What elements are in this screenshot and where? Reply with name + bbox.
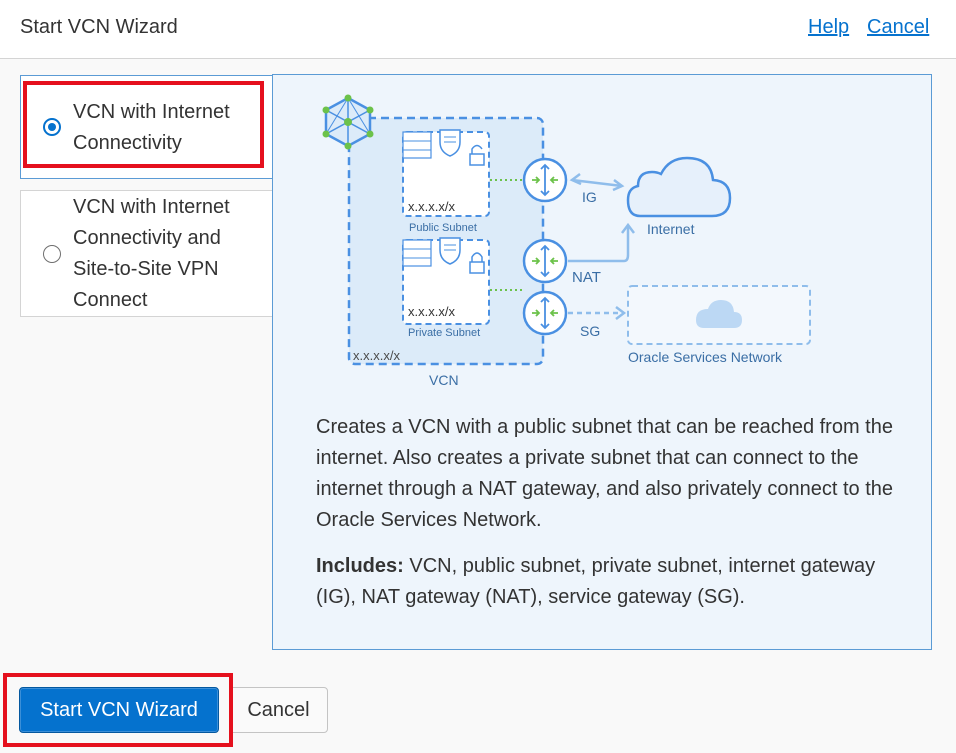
public-subnet-label: Public Subnet bbox=[409, 222, 477, 234]
radio-unselected[interactable] bbox=[43, 245, 61, 263]
vcn-label: VCN bbox=[429, 372, 459, 388]
private-subnet-label: Private Subnet bbox=[408, 327, 480, 339]
dialog-header: Start VCN Wizard Help Cancel bbox=[0, 0, 956, 59]
header-cancel-link[interactable]: Cancel bbox=[867, 16, 929, 39]
private-subnet-cidr: x.x.x.x/x bbox=[408, 304, 455, 319]
help-link[interactable]: Help bbox=[808, 16, 849, 39]
ig-label: IG bbox=[582, 189, 597, 205]
option-vcn-internet-vpn[interactable]: VCN with Internet Connectivity and Site-… bbox=[20, 190, 272, 317]
security-list-icon bbox=[439, 129, 461, 157]
includes-label: Includes: bbox=[316, 555, 404, 577]
internet-label: Internet bbox=[647, 221, 695, 237]
internet-gateway-icon bbox=[522, 157, 568, 203]
osn-label: Oracle Services Network bbox=[628, 349, 783, 365]
sg-label: SG bbox=[580, 323, 600, 339]
nat-internet-arrow bbox=[568, 227, 630, 263]
server-rack-icon bbox=[402, 131, 432, 159]
option-label: VCN with Internet Connectivity bbox=[73, 101, 230, 154]
public-subnet-cidr: x.x.x.x/x bbox=[408, 199, 455, 214]
footer-cancel-button[interactable]: Cancel bbox=[229, 687, 328, 733]
dialog-title: Start VCN Wizard bbox=[20, 16, 178, 38]
service-gateway-icon bbox=[522, 290, 568, 336]
ig-internet-arrow bbox=[569, 173, 625, 192]
vcn-diagram: x.x.x.x/x VCN x.x.x.x/x Public Subnet x.… bbox=[322, 94, 811, 388]
includes-text: Includes: VCN, public subnet, private su… bbox=[316, 551, 906, 613]
start-vcn-wizard-button[interactable]: Start VCN Wizard bbox=[19, 687, 219, 733]
server-rack-icon bbox=[402, 239, 432, 267]
option-label: VCN with Internet Connectivity and Site-… bbox=[73, 196, 230, 311]
internet-cloud-icon bbox=[626, 156, 732, 218]
security-list-icon bbox=[439, 237, 461, 265]
radio-selected[interactable] bbox=[43, 118, 61, 136]
option-vcn-internet[interactable]: VCN with Internet Connectivity bbox=[20, 75, 272, 179]
vcn-cidr: x.x.x.x/x bbox=[353, 348, 400, 363]
option-description: Creates a VCN with a public subnet that … bbox=[316, 416, 894, 531]
nat-label: NAT bbox=[572, 269, 601, 286]
nat-gateway-icon bbox=[522, 238, 568, 284]
